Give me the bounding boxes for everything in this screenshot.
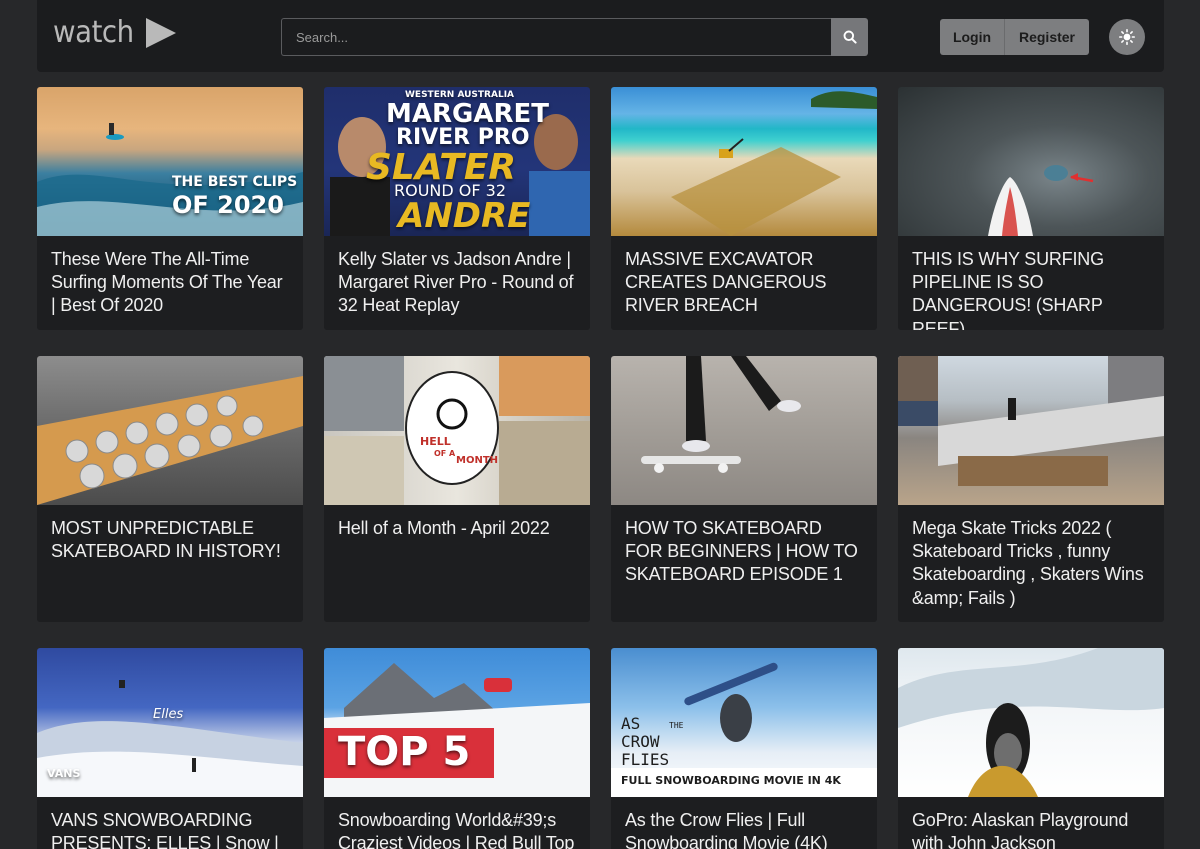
thumbnail-caption: TOP 5: [338, 729, 471, 775]
video-card[interactable]: GoPro: Alaskan Playground with John Jack…: [898, 648, 1164, 849]
video-thumbnail[interactable]: [898, 87, 1164, 236]
navbar: watch Login Register: [37, 0, 1164, 72]
video-thumbnail[interactable]: WESTERN AUSTRALIA MARGARET RIVER PRO SLA…: [324, 87, 590, 236]
sun-icon: [1119, 29, 1135, 45]
thumbnail-caption: FLIES: [621, 750, 670, 769]
thumbnail-caption: HELL: [420, 435, 451, 448]
video-card[interactable]: HOW TO SKATEBOARD FOR BEGINNERS | HOW TO…: [611, 356, 877, 622]
thumbnail-caption: AS: [621, 714, 641, 733]
search-form: [281, 18, 868, 56]
play-icon: [145, 18, 176, 48]
video-title[interactable]: Snowboarding World&#39;s Craziest Videos…: [324, 797, 590, 849]
thumbnail-caption: ANDRE: [398, 196, 531, 236]
video-title[interactable]: Kelly Slater vs Jadson Andre | Margaret …: [324, 236, 590, 318]
thumbnail-caption: RIVER PRO: [396, 125, 530, 150]
video-title[interactable]: VANS SNOWBOARDING PRESENTS: ELLES | Snow…: [37, 797, 303, 849]
video-thumbnail[interactable]: HELL OF A MONTH: [324, 356, 590, 505]
video-thumbnail[interactable]: [611, 356, 877, 505]
video-thumbnail[interactable]: [37, 356, 303, 505]
video-card[interactable]: THIS IS WHY SURFING PIPELINE IS SO DANGE…: [898, 87, 1164, 330]
search-icon: [843, 30, 857, 44]
video-thumbnail[interactable]: THE BEST CLIPS OF 2020: [37, 87, 303, 236]
thumbnail-caption: CROW: [621, 732, 660, 751]
register-button[interactable]: Register: [1005, 19, 1089, 55]
auth-buttons: Login Register: [940, 19, 1089, 55]
site-logo[interactable]: watch: [53, 13, 177, 53]
video-thumbnail[interactable]: Elles VANS: [37, 648, 303, 797]
video-title[interactable]: Mega Skate Tricks 2022 ( Skateboard Tric…: [898, 505, 1164, 610]
video-thumbnail[interactable]: TOP 5: [324, 648, 590, 797]
video-thumbnail[interactable]: [898, 648, 1164, 797]
video-card[interactable]: TOP 5 Snowboarding World&#39;s Craziest …: [324, 648, 590, 849]
video-card[interactable]: THE BEST CLIPS OF 2020 These Were The Al…: [37, 87, 303, 330]
thumbnail-caption: Elles: [153, 707, 184, 722]
thumbnail-caption: THE BEST CLIPS: [172, 174, 298, 190]
video-card[interactable]: Mega Skate Tricks 2022 ( Skateboard Tric…: [898, 356, 1164, 622]
video-title[interactable]: MASSIVE EXCAVATOR CREATES DANGEROUS RIVE…: [611, 236, 877, 318]
video-thumbnail[interactable]: AS THE CROW FLIES FULL SNOWBOARDING MOVI…: [611, 648, 877, 797]
video-card[interactable]: MOST UNPREDICTABLE SKATEBOARD IN HISTORY…: [37, 356, 303, 622]
video-thumbnail[interactable]: [898, 356, 1164, 505]
video-card[interactable]: MASSIVE EXCAVATOR CREATES DANGEROUS RIVE…: [611, 87, 877, 330]
video-title[interactable]: As the Crow Flies | Full Snowboarding Mo…: [611, 797, 877, 849]
video-title[interactable]: MOST UNPREDICTABLE SKATEBOARD IN HISTORY…: [37, 505, 303, 563]
video-thumbnail[interactable]: [611, 87, 877, 236]
logo-text: watch: [53, 15, 134, 50]
thumbnail-caption: OF 2020: [172, 191, 284, 219]
thumbnail-caption: FULL SNOWBOARDING MOVIE IN 4K: [621, 774, 841, 787]
video-title[interactable]: GoPro: Alaskan Playground with John Jack…: [898, 797, 1164, 849]
video-card[interactable]: Elles VANS VANS SNOWBOARDING PRESENTS: E…: [37, 648, 303, 849]
thumbnail-caption: MONTH: [456, 455, 499, 466]
thumbnail-caption: MARGARET: [386, 99, 549, 129]
thumbnail-caption: THE: [669, 721, 684, 730]
login-button[interactable]: Login: [940, 19, 1005, 55]
search-button[interactable]: [831, 18, 868, 56]
thumbnail-caption: OF A: [434, 449, 456, 458]
theme-toggle-button[interactable]: [1109, 19, 1145, 55]
video-title[interactable]: THIS IS WHY SURFING PIPELINE IS SO DANGE…: [898, 236, 1164, 330]
search-input[interactable]: [281, 18, 831, 56]
video-card[interactable]: HELL OF A MONTH Hell of a Month - April …: [324, 356, 590, 622]
video-card[interactable]: WESTERN AUSTRALIA MARGARET RIVER PRO SLA…: [324, 87, 590, 330]
thumbnail-caption: VANS: [47, 767, 81, 780]
video-card[interactable]: AS THE CROW FLIES FULL SNOWBOARDING MOVI…: [611, 648, 877, 849]
video-title[interactable]: These Were The All-Time Surfing Moments …: [37, 236, 303, 318]
video-title[interactable]: Hell of a Month - April 2022: [324, 505, 590, 540]
video-title[interactable]: HOW TO SKATEBOARD FOR BEGINNERS | HOW TO…: [611, 505, 877, 587]
